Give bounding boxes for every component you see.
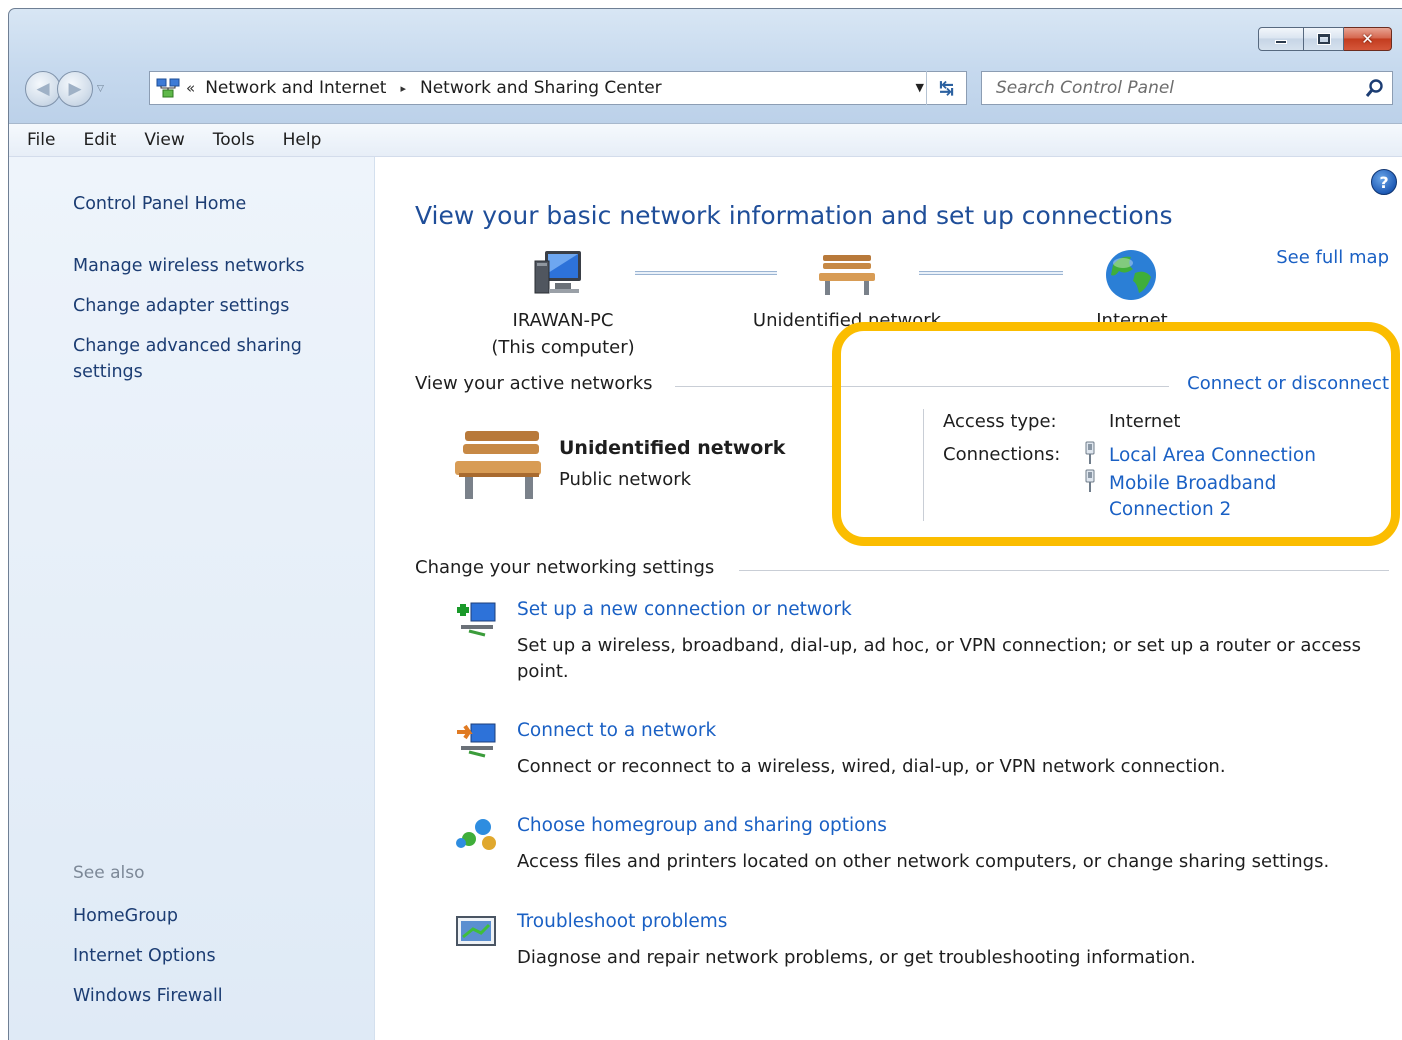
control-panel-window: ✕ ◀ ▶ ▽ « Network and Internet ▸ Network… [8, 8, 1402, 1040]
breadcrumb-network-and-internet[interactable]: Network and Internet [205, 78, 386, 98]
see-full-map-link[interactable]: See full map [1276, 247, 1389, 268]
breadcrumb-network-and-sharing-center[interactable]: Network and Sharing Center [420, 78, 662, 98]
forward-arrow-icon: ▶ [68, 79, 82, 99]
menu-file[interactable]: File [27, 130, 55, 150]
mobile-broadband-connection-link[interactable]: Mobile Broadband Connection 2 [1109, 471, 1299, 523]
access-type-label: Access type: [943, 411, 1057, 432]
homegroup-link[interactable]: HomeGroup [73, 903, 178, 929]
search-box[interactable]: Search Control Panel [981, 71, 1393, 105]
internet-options-link[interactable]: Internet Options [73, 943, 216, 969]
active-networks-rule [675, 386, 1169, 387]
search-icon[interactable] [1358, 72, 1392, 104]
menu-view[interactable]: View [144, 130, 184, 150]
active-network-name: Unidentified network [559, 437, 786, 459]
new-connection-icon [457, 602, 496, 637]
map-connector-1 [635, 271, 777, 275]
map-network-label: Unidentified network [752, 310, 942, 331]
connect-or-disconnect-link[interactable]: Connect or disconnect [1187, 373, 1389, 394]
maximize-icon [1316, 33, 1331, 45]
network-folder-icon [156, 78, 180, 98]
troubleshoot-icon [456, 916, 496, 946]
main-content: ? View your basic network information an… [375, 157, 1402, 1040]
see-also-label: See also [73, 863, 145, 883]
change-settings-heading: Change your networking settings [415, 557, 715, 578]
unidentified-network-bench-icon[interactable] [817, 251, 877, 297]
menu-edit[interactable]: Edit [83, 130, 116, 150]
computer-name: IRAWAN-PC [512, 310, 614, 331]
refresh-button[interactable]: ↹ [926, 71, 966, 105]
close-button[interactable]: ✕ [1344, 27, 1392, 51]
change-settings-rule [739, 570, 1389, 571]
computer-sub: (This computer) [491, 337, 635, 358]
close-icon: ✕ [1361, 30, 1374, 48]
change-adapter-settings-link[interactable]: Change adapter settings [73, 293, 289, 319]
back-button[interactable]: ◀ [25, 71, 61, 107]
menu-bar: File Edit View Tools Help [9, 123, 1402, 157]
change-advanced-sharing-settings-link[interactable]: Change advanced sharing settings [73, 333, 343, 385]
address-history-dropdown[interactable]: ▼ [916, 81, 924, 94]
control-panel-home-link[interactable]: Control Panel Home [73, 191, 246, 217]
homegroup-icon [456, 819, 496, 850]
nav-arrows: ◀ ▶ ▽ [25, 71, 104, 107]
connections-label: Connections: [943, 444, 1061, 465]
windows-firewall-link[interactable]: Windows Firewall [73, 983, 223, 1009]
active-network-divider [923, 409, 924, 521]
minimize-icon [1275, 40, 1287, 44]
map-connector-2 [919, 271, 1063, 275]
active-network-bench-icon [455, 431, 541, 499]
recent-pages-dropdown[interactable]: ▽ [97, 84, 104, 94]
manage-wireless-networks-link[interactable]: Manage wireless networks [73, 253, 304, 279]
local-area-connection-link[interactable]: Local Area Connection [1109, 443, 1316, 469]
homegroup-sharing-link[interactable]: Choose homegroup and sharing options [517, 815, 887, 836]
minimize-button[interactable] [1258, 27, 1304, 51]
ethernet-plug-icon [1085, 441, 1095, 464]
access-type-value: Internet [1109, 411, 1181, 432]
address-bar[interactable]: « Network and Internet ▸ Network and Sha… [149, 71, 967, 105]
homegroup-sharing-desc: Access files and printers located on oth… [517, 851, 1330, 872]
connect-to-network-desc: Connect or reconnect to a wireless, wire… [517, 756, 1226, 777]
active-networks-heading: View your active networks [415, 373, 653, 394]
troubleshoot-desc: Diagnose and repair network problems, or… [517, 947, 1196, 968]
computer-icon[interactable] [531, 249, 585, 297]
navigation-bar: ◀ ▶ ▽ « Network and Internet ▸ Network a… [23, 69, 1393, 109]
breadcrumb-overflow[interactable]: « [186, 79, 195, 97]
setup-connection-link[interactable]: Set up a new connection or network [517, 599, 852, 620]
internet-globe-icon[interactable] [1103, 247, 1159, 303]
menu-help[interactable]: Help [283, 130, 322, 150]
setup-connection-desc: Set up a wireless, broadband, dial-up, a… [517, 635, 1362, 682]
menu-tools[interactable]: Tools [213, 130, 255, 150]
page-title: View your basic network information and … [415, 201, 1173, 230]
caption-buttons: ✕ [1258, 27, 1392, 51]
troubleshoot-link[interactable]: Troubleshoot problems [517, 911, 727, 932]
map-computer-label: IRAWAN-PC (This computer) [471, 307, 655, 361]
help-icon[interactable]: ? [1371, 169, 1397, 195]
connect-network-icon [457, 723, 496, 758]
refresh-icon: ↹ [938, 77, 955, 99]
forward-button[interactable]: ▶ [57, 71, 93, 107]
map-internet-label: Internet [1096, 310, 1168, 331]
task-pane: Control Panel Home Manage wireless netwo… [9, 157, 375, 1040]
breadcrumb-separator[interactable]: ▸ [400, 82, 406, 95]
back-arrow-icon: ◀ [36, 79, 50, 99]
maximize-button[interactable] [1304, 27, 1344, 51]
mobile-broadband-plug-icon [1085, 469, 1095, 492]
search-input[interactable]: Search Control Panel [996, 78, 1358, 98]
active-network-category[interactable]: Public network [559, 469, 691, 490]
connect-to-network-link[interactable]: Connect to a network [517, 720, 716, 741]
